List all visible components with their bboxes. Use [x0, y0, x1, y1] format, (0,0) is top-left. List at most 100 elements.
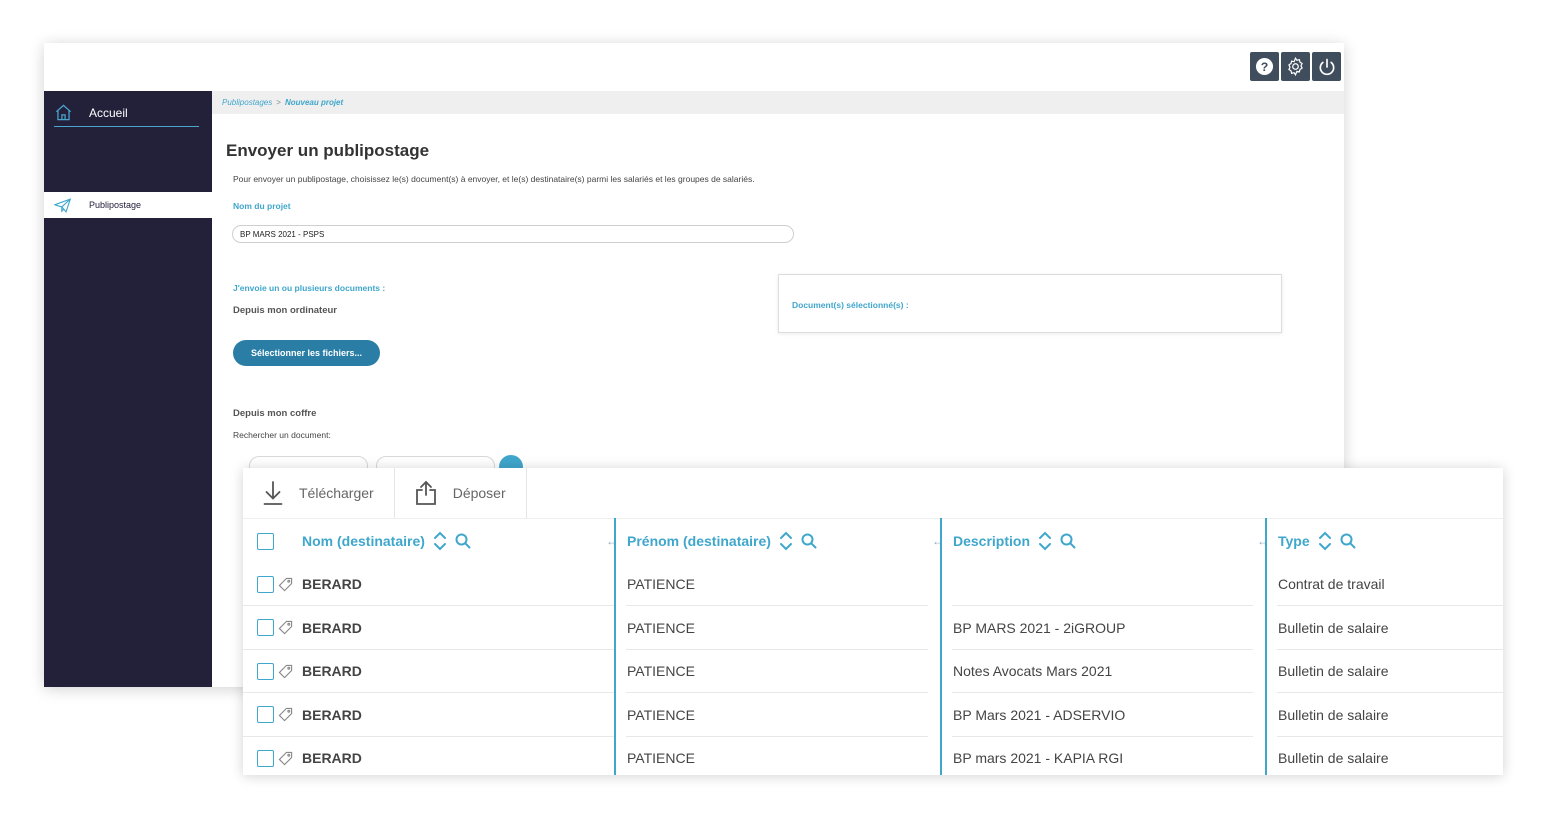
sort-icon[interactable] [433, 530, 447, 552]
page-title: Envoyer un publipostage [226, 141, 430, 160]
cell-nom: BERARD [302, 706, 362, 723]
power-button[interactable] [1312, 52, 1341, 81]
search-document-label: Rechercher un document: [233, 430, 331, 440]
table-row[interactable]: BERARD PATIENCE BP MARS 2021 - 2iGROUP Bull… [243, 606, 1503, 650]
project-name-input[interactable] [232, 225, 794, 243]
row-checkbox[interactable] [257, 749, 274, 767]
settings-button[interactable] [1281, 52, 1310, 81]
cell-type: Bulletin de salaire [1278, 663, 1389, 680]
column-label-prenom[interactable]: Prénom (destinataire) [627, 533, 771, 549]
cell-nom: BERARD [302, 576, 362, 592]
gear-icon [1288, 56, 1303, 77]
tag-icon[interactable] [278, 664, 293, 679]
sidebar-publipostage-label: Publipostage [89, 200, 142, 210]
help-icon: ? [1255, 57, 1274, 76]
cell-description: BP Mars 2021 - ADSERVIO [953, 706, 1126, 723]
table-row[interactable]: BERARD PATIENCE BP Mars 2021 - ADSERVIO Bul… [243, 693, 1503, 737]
send-docs-label: J'envoie un ou plusieurs documents : [233, 283, 386, 293]
search-icon[interactable] [1340, 533, 1356, 549]
top-icons: ? [1250, 52, 1341, 81]
select-files-button[interactable]: Sélectionner les fichiers... [233, 340, 380, 366]
panel-toolbar: Télécharger Déposer [243, 468, 527, 518]
column-header-type: Type [1278, 519, 1356, 563]
column-header-description: Description [953, 519, 1076, 563]
top-bar: ? [44, 43, 1344, 91]
column-resize-icon[interactable]: ↔ [1257, 534, 1269, 548]
cell-description: BP mars 2021 - KAPIA RGI [953, 750, 1124, 767]
from-vault-label: Depuis mon coffre [233, 408, 317, 419]
column-label-type[interactable]: Type [1278, 533, 1310, 549]
help-button[interactable]: ? [1250, 52, 1279, 81]
column-resize-icon[interactable]: ↔ [606, 534, 618, 548]
column-header-nom: Nom (destinataire) [302, 519, 471, 563]
search-icon[interactable] [455, 533, 471, 549]
cell-prenom: PATIENCE [627, 576, 695, 592]
upload-label: Déposer [452, 485, 506, 501]
row-select-cell [257, 649, 293, 693]
power-icon [1319, 58, 1334, 75]
download-button[interactable]: Télécharger [243, 468, 395, 518]
from-computer-label: Depuis mon ordinateur [233, 305, 337, 316]
home-icon [55, 104, 72, 121]
cell-nom: BERARD [302, 619, 362, 636]
row-select-cell [257, 562, 293, 606]
table-row[interactable]: BERARD PATIENCE Notes Avocats Mars 2021 Bul… [243, 649, 1503, 694]
cell-type: Bulletin de salaire [1278, 750, 1389, 767]
selected-docs-box: Document(s) sélectionné(s) : [778, 274, 1282, 333]
tag-icon[interactable] [278, 751, 293, 766]
column-header-prenom: Prénom (destinataire) [627, 519, 817, 563]
documents-panel: Télécharger Déposer Nom (destinataire) P… [243, 468, 1503, 775]
breadcrumb-parent[interactable]: Publipostages [222, 98, 272, 107]
search-icon[interactable] [801, 533, 817, 549]
download-icon [263, 481, 283, 505]
cell-nom: BERARD [302, 663, 362, 680]
column-label-nom[interactable]: Nom (destinataire) [302, 533, 425, 549]
row-checkbox[interactable] [257, 706, 274, 724]
column-label-description[interactable]: Description [953, 533, 1030, 549]
selected-docs-label: Document(s) sélectionné(s) : [792, 300, 909, 310]
sidebar: Accueil Publipostage [44, 91, 212, 687]
cell-type: Bulletin de salaire [1278, 706, 1389, 723]
sidebar-item-home[interactable]: Accueil [54, 99, 199, 127]
select-all-checkbox[interactable] [257, 532, 274, 550]
search-icon[interactable] [1060, 533, 1076, 549]
sidebar-home-label: Accueil [89, 105, 128, 120]
table-header: Nom (destinataire) Prénom (destinataire)… [243, 518, 1503, 562]
row-checkbox[interactable] [257, 662, 274, 680]
project-name-label: Nom du projet [233, 201, 291, 211]
cell-type: Contrat de travail [1278, 576, 1385, 592]
sidebar-item-publipostage[interactable]: Publipostage [44, 192, 212, 218]
cell-prenom: PATIENCE [627, 706, 695, 723]
cell-prenom: PATIENCE [627, 663, 695, 680]
row-select-cell [257, 606, 293, 650]
download-label: Télécharger [299, 485, 374, 501]
sort-icon[interactable] [779, 530, 793, 552]
paper-plane-icon [54, 197, 71, 213]
breadcrumb-separator: > [276, 98, 281, 107]
tag-icon[interactable] [278, 577, 293, 592]
row-select-cell [257, 693, 293, 737]
cell-prenom: PATIENCE [627, 619, 695, 636]
column-resize-icon[interactable]: ↔ [932, 534, 944, 548]
cell-description: Notes Avocats Mars 2021 [953, 663, 1113, 680]
cell-description: BP MARS 2021 - 2iGROUP [953, 619, 1126, 636]
table-row[interactable]: BERARD PATIENCE BP mars 2021 - KAPIA RGI Bu… [243, 736, 1503, 775]
page-description: Pour envoyer un publipostage, choisissez… [233, 174, 755, 184]
row-checkbox[interactable] [257, 619, 274, 637]
cell-prenom: PATIENCE [627, 750, 695, 767]
cell-nom: BERARD [302, 750, 362, 767]
row-checkbox[interactable] [257, 575, 274, 593]
sort-icon[interactable] [1318, 530, 1332, 552]
tag-icon[interactable] [278, 707, 293, 722]
sort-icon[interactable] [1038, 530, 1052, 552]
svg-text:?: ? [1261, 60, 1269, 74]
upload-button[interactable]: Déposer [395, 468, 527, 518]
row-select-cell [257, 736, 293, 775]
tag-icon[interactable] [278, 620, 293, 635]
breadcrumb: Publipostages > Nouveau projet [212, 91, 1344, 114]
breadcrumb-current: Nouveau projet [284, 98, 344, 107]
select-all-cell [257, 519, 274, 563]
table-row[interactable]: BERARD PATIENCE Contrat de travail [243, 562, 1503, 606]
upload-icon [415, 480, 436, 505]
cell-type: Bulletin de salaire [1278, 619, 1389, 636]
